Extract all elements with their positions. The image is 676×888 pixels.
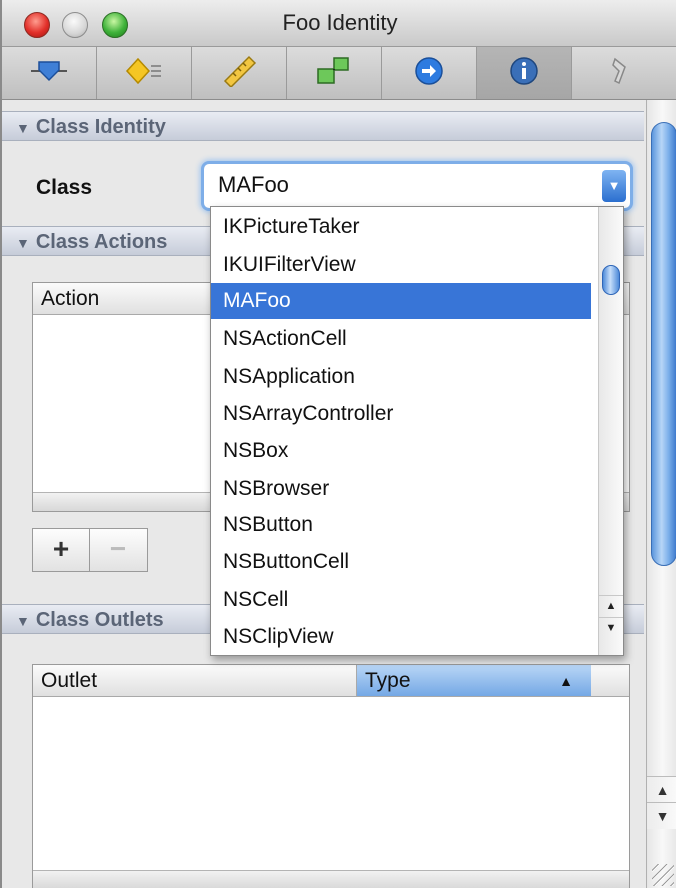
inspector-vertical-scrollbar[interactable]: ▲ ▼ — [646, 100, 676, 888]
info-identity-icon — [508, 55, 540, 92]
resize-grip-icon[interactable] — [652, 864, 674, 886]
class-identity-title: Class Identity — [35, 116, 166, 138]
tab-bindings[interactable] — [382, 47, 477, 99]
size-ruler-icon — [219, 55, 259, 92]
sort-ascending-icon: ▲ — [559, 673, 573, 689]
disclosure-triangle-icon: ▼ — [16, 235, 30, 251]
dropdown-item[interactable]: IKPictureTaker — [211, 209, 591, 245]
dropdown-item[interactable]: NSClipView — [211, 619, 591, 655]
inspector-window: Foo Identity ▼ Class Identity Class MAFo… — [0, 0, 676, 888]
dropdown-item[interactable]: NSArrayController — [211, 396, 591, 432]
tab-applescript[interactable] — [572, 47, 667, 99]
disclosure-triangle-icon: ▼ — [16, 613, 30, 629]
dropdown-item[interactable]: NSButton — [211, 507, 591, 543]
dropdown-item[interactable]: NSBrowser — [211, 471, 591, 507]
outlets-header-filler — [591, 665, 629, 697]
dropdown-scroll-thumb[interactable] — [602, 265, 620, 295]
title-bar[interactable]: Foo Identity — [2, 0, 676, 47]
dropdown-item[interactable]: NSActionCell — [211, 321, 591, 357]
outlets-table[interactable]: Outlet Type ▲ — [32, 664, 630, 888]
dropdown-item[interactable]: IKUIFilterView — [211, 247, 591, 283]
connections-icon — [314, 55, 354, 92]
class-outlets-title: Class Outlets — [35, 609, 164, 631]
type-column-label: Type — [365, 669, 411, 692]
dropdown-scrollbar[interactable]: ▲ ▼ — [598, 207, 623, 655]
class-combo-value[interactable]: MAFoo — [218, 172, 289, 198]
class-actions-title: Class Actions — [35, 231, 168, 253]
dropdown-item[interactable]: NSBox — [211, 433, 591, 469]
class-identity-header[interactable]: ▼ Class Identity — [2, 111, 644, 141]
tab-attributes[interactable] — [2, 47, 97, 99]
add-remove-control: + − — [32, 528, 148, 572]
scroll-up-arrow-icon[interactable]: ▲ — [647, 776, 676, 803]
tab-effects[interactable] — [97, 47, 192, 99]
dropdown-item[interactable]: NSButtonCell — [211, 544, 591, 580]
tab-size[interactable] — [192, 47, 287, 99]
outlets-horizontal-scrollbar[interactable] — [33, 870, 629, 888]
type-column-header[interactable]: Type ▲ — [357, 665, 591, 697]
inspector-toolbar — [2, 47, 676, 100]
dropdown-item[interactable]: NSApplication — [211, 359, 591, 395]
applescript-icon — [605, 55, 635, 92]
class-dropdown-list[interactable]: IKPictureTaker IKUIFilterView MAFoo NSAc… — [210, 206, 624, 656]
scroll-down-arrow-icon[interactable]: ▼ — [647, 802, 676, 829]
dropdown-scroll-up-icon[interactable]: ▲ — [599, 595, 623, 616]
dropdown-item[interactable]: NSCell — [211, 582, 591, 618]
effects-icon — [124, 56, 164, 91]
bindings-arrow-icon — [413, 55, 445, 92]
class-combo-box[interactable]: MAFoo ▼ — [204, 164, 630, 208]
scroll-thumb[interactable] — [651, 122, 676, 566]
disclosure-triangle-icon: ▼ — [16, 120, 30, 136]
tab-connections[interactable] — [287, 47, 382, 99]
tab-identity[interactable] — [477, 47, 572, 99]
dropdown-scroll-down-icon[interactable]: ▼ — [599, 617, 623, 638]
class-label: Class — [36, 176, 93, 199]
window-title: Foo Identity — [282, 10, 398, 35]
chevron-down-icon: ▼ — [607, 178, 621, 193]
attributes-icon — [29, 56, 69, 91]
add-action-button[interactable]: + — [33, 529, 90, 571]
remove-action-button[interactable]: − — [90, 529, 146, 571]
combo-dropdown-button[interactable]: ▼ — [602, 170, 626, 202]
dropdown-item-selected[interactable]: MAFoo — [211, 283, 591, 319]
outlet-column-header[interactable]: Outlet — [33, 665, 357, 697]
